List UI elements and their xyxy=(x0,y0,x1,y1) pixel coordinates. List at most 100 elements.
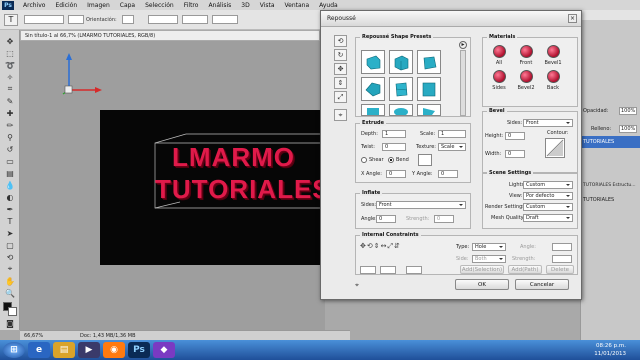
bevel-contour-picker[interactable] xyxy=(545,138,565,158)
x-angle-input[interactable]: 0 xyxy=(386,170,406,178)
preset-box-icon[interactable] xyxy=(417,50,441,74)
inflate-sides-select[interactable]: Front xyxy=(376,201,466,209)
preset-cone-icon[interactable] xyxy=(389,104,413,116)
firefox-icon[interactable]: ◉ xyxy=(103,342,125,358)
orientation-toggle[interactable] xyxy=(122,15,134,24)
depth-input[interactable]: 1 xyxy=(382,130,406,138)
menu-capa[interactable]: Capa xyxy=(115,2,140,9)
layer-row[interactable]: TUTORIALES xyxy=(581,194,640,206)
scale-object-icon[interactable]: ⤢ xyxy=(334,91,347,103)
slide-object-icon[interactable]: ⇕ xyxy=(334,77,347,89)
lights-select[interactable]: Custom xyxy=(523,181,573,189)
constraint-type-select[interactable]: Hole xyxy=(472,243,506,251)
3d-camera-icon[interactable]: ⌖ xyxy=(4,264,16,274)
photoshop-taskbar-icon[interactable]: Ps xyxy=(128,342,150,358)
bevel-sides-select[interactable]: Front xyxy=(523,119,573,127)
delete-button[interactable]: Delete xyxy=(546,265,574,274)
material-bevel2-swatch[interactable] xyxy=(520,70,533,83)
camera-icon[interactable]: ⌖ xyxy=(334,109,347,121)
mesh-quality-select[interactable]: Draft xyxy=(523,214,573,222)
twist-input[interactable]: 0 xyxy=(382,143,406,151)
bevel-width-input[interactable]: 0 xyxy=(505,150,525,158)
material-bevel1-swatch[interactable] xyxy=(547,45,560,58)
pen-tool-icon[interactable]: ✒ xyxy=(4,204,16,214)
move-tool-icon[interactable]: ✥ xyxy=(4,36,16,46)
menu-archivo[interactable]: Archivo xyxy=(18,2,50,9)
menu-ayuda[interactable]: Ayuda xyxy=(314,2,343,9)
start-button-icon[interactable]: ⊞ xyxy=(3,342,25,358)
history-brush-icon[interactable]: ↺ xyxy=(4,144,16,154)
document-canvas[interactable]: LMARMO TUTORIALES xyxy=(100,110,326,265)
blur-tool-icon[interactable]: 💧 xyxy=(4,180,16,190)
clone-stamp-icon[interactable]: ⚲ xyxy=(4,132,16,142)
extrude-origin-grid[interactable] xyxy=(418,154,432,166)
app-taskbar-icon[interactable]: ◆ xyxy=(153,342,175,358)
bevel-height-input[interactable]: 0 xyxy=(505,132,525,140)
constraint-tools-icons[interactable]: ✥⟲⇕↔⤢⇵ xyxy=(360,242,430,251)
offset-field[interactable] xyxy=(182,15,208,24)
reset-view-icon[interactable]: ⌖ xyxy=(355,281,359,290)
shear-radio[interactable] xyxy=(361,157,367,163)
menu-analisis[interactable]: Análisis xyxy=(203,2,236,9)
preset-twist-icon[interactable] xyxy=(389,77,413,101)
clock[interactable]: 08:26 p.m. 11/01/2013 xyxy=(594,342,626,358)
3d-rotate-icon[interactable]: ⟲ xyxy=(4,252,16,262)
hand-tool-icon[interactable]: ✋ xyxy=(4,276,16,286)
crop-tool-icon[interactable]: ⌗ xyxy=(4,84,16,94)
ok-button[interactable]: OK xyxy=(455,279,509,290)
scale-input[interactable]: 1 xyxy=(438,130,466,138)
layer-row[interactable]: TUTORIALES Estructu... xyxy=(581,180,640,192)
magic-wand-icon[interactable]: ✧ xyxy=(4,72,16,82)
3d-axis-widget[interactable] xyxy=(55,50,105,100)
menu-ventana[interactable]: Ventana xyxy=(280,2,315,9)
opacity-field[interactable]: 100% xyxy=(619,107,638,115)
ie-icon[interactable]: e xyxy=(28,342,50,358)
texture-select[interactable]: Scale xyxy=(438,143,466,151)
media-player-icon[interactable]: ▶ xyxy=(78,342,100,358)
menu-3d[interactable]: 3D xyxy=(236,2,254,9)
close-icon[interactable]: × xyxy=(568,14,577,23)
healing-brush-icon[interactable]: ✚ xyxy=(4,108,16,118)
size-field[interactable] xyxy=(148,15,178,24)
font-style-select[interactable] xyxy=(68,15,84,24)
fill-field[interactable]: 100% xyxy=(619,125,638,133)
menu-imagen[interactable]: Imagen xyxy=(82,2,115,9)
eraser-tool-icon[interactable]: ▭ xyxy=(4,156,16,166)
path-select-icon[interactable]: ➤ xyxy=(4,228,16,238)
inflate-strength-input[interactable]: 0 xyxy=(434,215,454,223)
menu-vista[interactable]: Vista xyxy=(255,2,280,9)
constraint-angle-input[interactable] xyxy=(552,243,572,251)
inflate-angle-input[interactable]: 0 xyxy=(376,215,396,223)
zoom-level[interactable]: 66,67% xyxy=(24,333,43,339)
material-front-swatch[interactable] xyxy=(520,45,533,58)
preset-extrude-icon[interactable] xyxy=(417,77,441,101)
menu-filtro[interactable]: Filtro xyxy=(179,2,204,9)
menu-edicion[interactable]: Edición xyxy=(50,2,82,9)
preset-bend-icon[interactable] xyxy=(361,104,385,116)
font-family-select[interactable] xyxy=(24,15,64,24)
zoom-tool-icon[interactable]: 🔍 xyxy=(4,288,16,298)
material-back-swatch[interactable] xyxy=(547,70,560,83)
preset-tilt-icon[interactable] xyxy=(417,104,441,116)
view-select[interactable]: Por defecto xyxy=(523,192,573,200)
cancel-button[interactable]: Cancelar xyxy=(515,279,569,290)
rotate-object-icon[interactable]: ⟲ xyxy=(334,35,347,47)
layer-row[interactable]: TUTORIALES xyxy=(581,136,640,148)
lasso-tool-icon[interactable]: ➰ xyxy=(4,60,16,70)
brush-tool-icon[interactable]: ✏ xyxy=(4,120,16,130)
preset-bevel-icon[interactable] xyxy=(361,77,385,101)
background-color-swatch[interactable] xyxy=(8,307,17,316)
material-sides-swatch[interactable] xyxy=(493,70,506,83)
explorer-icon[interactable]: ▤ xyxy=(53,342,75,358)
quick-mask-icon[interactable]: ◙ xyxy=(4,318,16,328)
add-path-button[interactable]: Add(Path) xyxy=(508,265,542,274)
marquee-tool-icon[interactable]: ⬚ xyxy=(4,48,16,58)
dialog-title[interactable]: Repoussé xyxy=(321,11,581,27)
constraint-side-select[interactable]: Both xyxy=(472,255,506,263)
constraint-strength-input[interactable] xyxy=(552,255,572,263)
menu-seleccion[interactable]: Selección xyxy=(140,2,179,9)
preset-inflate-icon[interactable] xyxy=(361,50,385,74)
render-settings-select[interactable]: Custom xyxy=(523,203,573,211)
constraint-y-input[interactable] xyxy=(380,266,396,274)
drag-object-icon[interactable]: ✥ xyxy=(334,63,347,75)
